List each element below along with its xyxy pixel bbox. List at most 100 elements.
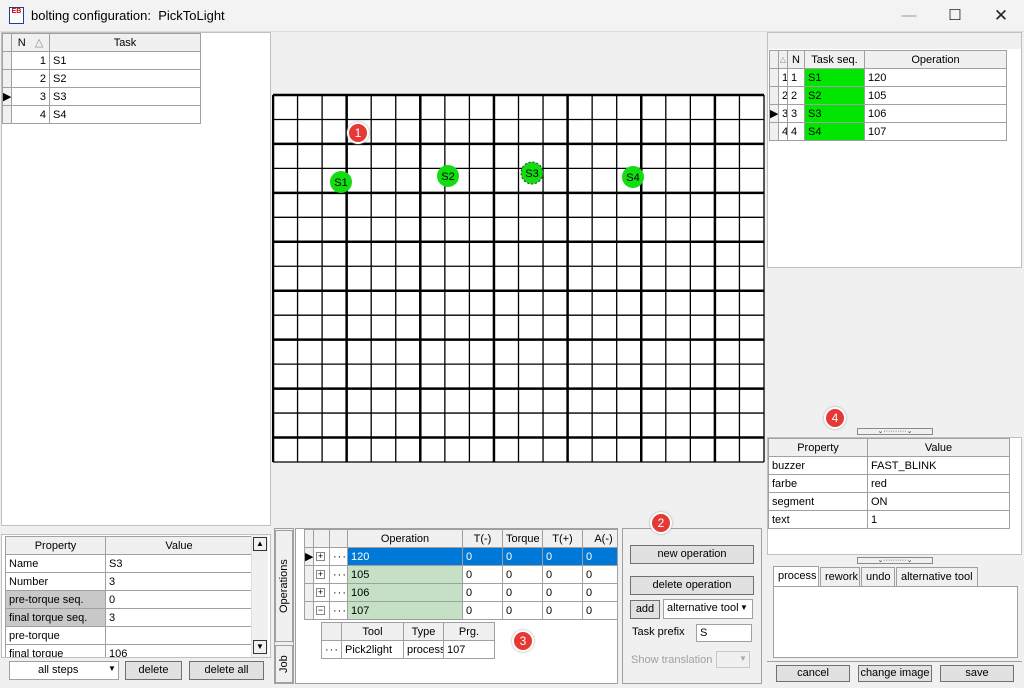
op-torque-cell[interactable]: 0 xyxy=(502,601,543,620)
scroll-down-icon[interactable]: ▼ xyxy=(253,640,267,654)
row-indicator[interactable] xyxy=(304,565,314,584)
tab-process[interactable]: process xyxy=(773,566,819,586)
splitter-handle-top[interactable]: ⌄··········⌄ xyxy=(857,428,933,435)
cancel-button[interactable]: cancel xyxy=(776,665,850,682)
current-row-arrow-icon[interactable]: ▶ xyxy=(304,547,314,566)
row-indicator[interactable] xyxy=(769,68,779,87)
delete-button[interactable]: delete xyxy=(125,661,182,680)
task-seq-row[interactable]: 11S1120 xyxy=(769,68,1007,87)
property-row[interactable]: Name S3 xyxy=(5,554,253,573)
task-seq-row[interactable]: 22S2105 xyxy=(769,86,1007,105)
property-row[interactable]: segment ON xyxy=(768,492,1010,511)
property-row[interactable]: farbe red xyxy=(768,474,1010,493)
seq-n-cell[interactable]: 3 xyxy=(787,104,805,123)
bolt-marker-s3[interactable]: S3 xyxy=(520,161,544,185)
seq-task-cell[interactable]: S4 xyxy=(804,122,865,141)
operation-row[interactable]: ▶ + ··· 120 0 0 0 0 xyxy=(304,547,617,566)
expand-icon[interactable]: + xyxy=(313,565,330,584)
bolt-marker-s1[interactable]: S1 xyxy=(330,171,352,193)
current-row-arrow-icon[interactable]: ▶ xyxy=(2,87,12,106)
op-torque-cell[interactable]: 0 xyxy=(502,547,543,566)
task-seq-row[interactable]: 44S4107 xyxy=(769,122,1007,141)
op-t-plus-cell[interactable]: 0 xyxy=(542,601,583,620)
seq-task-cell[interactable]: S1 xyxy=(804,68,865,87)
column-header-type[interactable]: Type xyxy=(403,622,444,641)
seq-index-cell[interactable]: 2 xyxy=(778,86,788,105)
row-indicator[interactable] xyxy=(769,122,779,141)
tab-job[interactable]: Job xyxy=(275,645,293,683)
seq-index-cell[interactable]: 1 xyxy=(778,68,788,87)
seq-n-cell[interactable]: 4 xyxy=(787,122,805,141)
property-row[interactable]: Number 3 xyxy=(5,572,253,591)
column-header-task[interactable]: Task xyxy=(49,33,201,52)
row-dots-icon[interactable]: ··· xyxy=(329,583,348,602)
operation-cell[interactable]: 107 xyxy=(347,601,463,620)
op-a-minus-cell[interactable]: 0 xyxy=(582,565,617,584)
property-row[interactable]: pre-torque seq. 0 xyxy=(5,590,253,609)
new-operation-button[interactable]: new operation xyxy=(630,545,754,564)
job-type-cell[interactable]: process xyxy=(403,640,444,659)
operation-cell[interactable]: 106 xyxy=(347,583,463,602)
bolt-grid-canvas[interactable]: S1 S2 S3 S4 xyxy=(272,32,766,464)
property-row[interactable]: text 1 xyxy=(768,510,1010,529)
seq-operation-cell[interactable]: 120 xyxy=(864,68,1007,87)
task-name-cell[interactable]: S3 xyxy=(49,87,201,106)
task-name-cell[interactable]: S2 xyxy=(49,69,201,88)
row-indicator[interactable] xyxy=(769,86,779,105)
seq-index-cell[interactable]: 4 xyxy=(778,122,788,141)
seq-operation-cell[interactable]: 107 xyxy=(864,122,1007,141)
left-properties-scrollbar[interactable]: ▲ ▼ xyxy=(251,535,268,657)
job-prg-cell[interactable]: 107 xyxy=(443,640,495,659)
property-value-cell[interactable]: FAST_BLINK xyxy=(867,456,1010,475)
save-button[interactable]: save xyxy=(940,665,1014,682)
property-value-cell[interactable]: ON xyxy=(867,492,1010,511)
operation-row[interactable]: + ··· 106 0 0 0 0 xyxy=(304,583,617,602)
seq-task-cell[interactable]: S3 xyxy=(804,104,865,123)
op-t-minus-cell[interactable]: 0 xyxy=(462,547,503,566)
tool-type-select[interactable]: alternative tool ▼ xyxy=(663,599,753,619)
show-translation-select[interactable]: ▼ xyxy=(716,651,750,668)
bolt-marker-s4[interactable]: S4 xyxy=(622,166,644,188)
tab-operations[interactable]: Operations xyxy=(275,530,293,642)
task-n-cell[interactable]: 2 xyxy=(11,69,50,88)
op-t-plus-cell[interactable]: 0 xyxy=(542,565,583,584)
column-header-tool[interactable]: Tool xyxy=(341,622,404,641)
job-row-dots-icon[interactable]: ··· xyxy=(321,640,342,659)
bolt-marker-s2[interactable]: S2 xyxy=(437,165,459,187)
column-header-t-minus[interactable]: T(-) xyxy=(462,529,503,548)
task-n-cell[interactable]: 1 xyxy=(11,51,50,70)
delete-all-button[interactable]: delete all xyxy=(189,661,264,680)
seq-task-cell[interactable]: S2 xyxy=(804,86,865,105)
operation-cell[interactable]: 120 xyxy=(347,547,463,566)
op-t-minus-cell[interactable]: 0 xyxy=(462,583,503,602)
column-header-a-minus[interactable]: A(-) xyxy=(582,529,617,548)
current-row-arrow-icon[interactable]: ▶ xyxy=(769,104,779,123)
close-button[interactable]: ✕ xyxy=(978,0,1024,32)
op-t-plus-cell[interactable]: 0 xyxy=(542,547,583,566)
minimize-button[interactable]: — xyxy=(886,0,932,32)
column-header-operation[interactable]: Operation xyxy=(864,50,1007,69)
property-value-cell[interactable]: 1 xyxy=(867,510,1010,529)
task-name-cell[interactable]: S4 xyxy=(49,105,201,124)
seq-operation-cell[interactable]: 105 xyxy=(864,86,1007,105)
task-n-cell[interactable]: 4 xyxy=(11,105,50,124)
task-seq-row[interactable]: ▶33S3106 xyxy=(769,104,1007,123)
op-t-plus-cell[interactable]: 0 xyxy=(542,583,583,602)
property-row[interactable]: final torque seq. 3 xyxy=(5,608,253,627)
row-indicator[interactable] xyxy=(2,105,12,124)
job-row[interactable]: ··· Pick2light process 107 xyxy=(321,640,495,659)
op-torque-cell[interactable]: 0 xyxy=(502,583,543,602)
row-dots-icon[interactable]: ··· xyxy=(329,547,348,566)
operation-cell[interactable]: 105 xyxy=(347,565,463,584)
task-prefix-input[interactable] xyxy=(696,624,752,642)
row-dots-icon[interactable]: ··· xyxy=(329,565,348,584)
task-name-cell[interactable]: S1 xyxy=(49,51,201,70)
column-header-torque[interactable]: Torque xyxy=(502,529,543,548)
row-indicator[interactable] xyxy=(2,51,12,70)
op-a-minus-cell[interactable]: 0 xyxy=(582,583,617,602)
property-value-cell[interactable] xyxy=(105,626,253,645)
task-n-cell[interactable]: 3 xyxy=(11,87,50,106)
task-row[interactable]: 1 S1 xyxy=(2,51,201,70)
task-row[interactable]: 4 S4 xyxy=(2,105,201,124)
maximize-button[interactable]: ☐ xyxy=(932,0,978,32)
